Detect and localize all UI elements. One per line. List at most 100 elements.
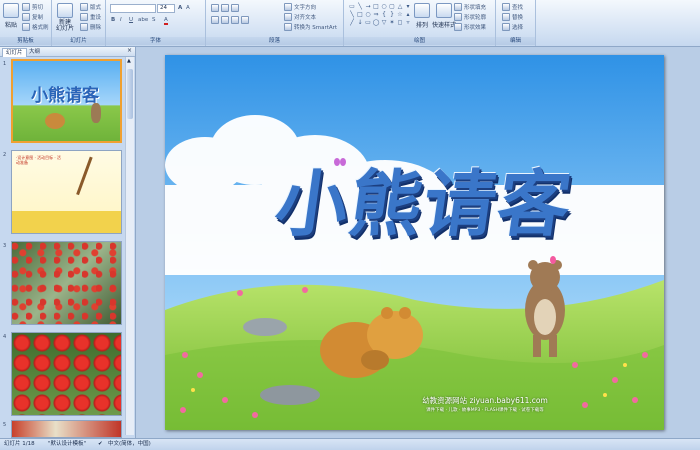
thumbnail-number: 5 <box>3 422 7 428</box>
expand-gallery-icon: ▿ <box>406 19 410 26</box>
smartart-icon <box>284 23 292 31</box>
theme-name: "默认设计模板" <box>48 441 87 447</box>
rounded-rect-shape-icon: ▢ <box>389 3 395 10</box>
text-direction-icon <box>284 3 292 11</box>
clipboard-group: 粘贴 剪切 复制 格式刷 剪贴板 <box>0 0 52 46</box>
arrange-icon <box>414 3 430 18</box>
reset-button[interactable]: 重设 <box>80 13 101 21</box>
status-bar: 幻灯片 1/18 "默认设计模板" ✔ 中文(简体，中国) <box>0 438 700 450</box>
font-size-field[interactable]: 24 <box>157 4 175 13</box>
strikethrough-button[interactable]: abe <box>138 17 148 23</box>
bullets-button[interactable] <box>211 4 239 12</box>
line-shape-icon: ╱ <box>350 19 354 26</box>
italic-button[interactable]: I <box>120 17 122 23</box>
close-pane-icon[interactable]: × <box>127 47 132 54</box>
slide-thumbnail-4[interactable] <box>11 332 122 416</box>
arrange-button[interactable]: 排列 <box>414 3 430 29</box>
slide-footer-main: 幼教资源网站 ziyuan.baby611.com <box>422 396 548 405</box>
align-buttons[interactable] <box>211 16 249 24</box>
rect-shape-icon: □ <box>357 11 363 18</box>
scroll-shapes-icon: ▴ <box>406 11 410 18</box>
justify-icon <box>241 16 249 24</box>
scrollbar-thumb[interactable] <box>127 69 133 119</box>
tree-image <box>76 156 121 206</box>
bold-button[interactable]: B <box>111 17 115 23</box>
copy-button[interactable]: 复制 <box>22 13 43 21</box>
slide-thumbnail-2[interactable]: ·设计意图 · 活动目标 · 活动准备 <box>11 150 122 234</box>
slide-editing-area: 小熊请客 幼教资源网站 ziyuan.baby611.com 课件下载 · 儿歌… <box>136 47 700 438</box>
shape-effects-button[interactable]: 形状效果 <box>454 23 486 31</box>
scroll-up-icon[interactable]: ▲ <box>127 58 131 64</box>
delete-slide-button[interactable]: 删除 <box>80 23 101 31</box>
editing-group: 查找 替换 选择 编辑 <box>496 0 536 46</box>
delete-icon <box>80 23 88 31</box>
scissors-icon <box>22 3 30 11</box>
align-left-icon <box>211 16 219 24</box>
drawing-group-label: 绘图 <box>344 37 495 45</box>
tab-outline[interactable]: 大纲 <box>26 48 43 56</box>
bear-image <box>45 113 65 129</box>
thumbnail-title: 小熊请客 <box>31 86 99 106</box>
cursor-icon <box>502 23 510 31</box>
shape-outline-button[interactable]: 形状轮廓 <box>454 13 486 21</box>
select-button[interactable]: 选择 <box>502 23 523 31</box>
arrow-shape-icon: ↓ <box>357 19 363 26</box>
textbox-shape-icon: ▭ <box>349 3 355 10</box>
line-shape-icon: ╲ <box>358 3 362 10</box>
slide-thumbnail-pane: 幻灯片 大纲 × 1 小熊请客 2 ·设计意图 · 活动目标 · 活动准备 3 … <box>0 47 136 438</box>
thumbnail-text: ·设计意图 · 活动目标 · 活动准备 <box>16 155 61 165</box>
shape-fill-button[interactable]: 形状填充 <box>454 3 486 11</box>
grow-font-button[interactable]: A <box>178 5 182 11</box>
paste-icon <box>3 3 19 18</box>
layout-icon <box>80 3 88 11</box>
format-painter-button[interactable]: 格式刷 <box>22 23 49 31</box>
oval-shape-icon: ○ <box>365 11 371 18</box>
replace-button[interactable]: 替换 <box>502 13 523 21</box>
bear-image <box>91 103 101 123</box>
pane-tabs: 幻灯片 大纲 × <box>0 47 135 57</box>
align-center-icon <box>221 16 229 24</box>
binoculars-icon <box>502 3 510 11</box>
slide-thumbnail-5[interactable] <box>11 420 122 438</box>
shrink-font-button[interactable]: A <box>186 5 190 11</box>
text-direction-button[interactable]: 文字方向 <box>284 3 316 11</box>
find-button[interactable]: 查找 <box>502 3 523 11</box>
reset-icon <box>80 13 88 21</box>
tab-slides[interactable]: 幻灯片 <box>2 48 27 57</box>
cut-button[interactable]: 剪切 <box>22 3 43 11</box>
smartart-button[interactable]: 转换为 SmartArt <box>284 23 337 31</box>
quick-styles-button[interactable]: 快速样式 <box>432 3 456 29</box>
brush-icon <box>22 23 30 31</box>
paste-button[interactable]: 粘贴 <box>3 3 19 29</box>
thumbnail-scrollbar[interactable]: ▲ <box>125 57 134 435</box>
align-right-icon <box>231 16 239 24</box>
font-name-field[interactable] <box>110 4 156 13</box>
drawing-group: ▭ ╲ → □ ○ ▢ △ ▾ ╲ □ ○ ⇒{} ☆ ▴ ╱ ↓ ▭ ◯ ▽ ✶ ◻ ▿ 排列 快速样式 形状填充 … <box>344 0 496 46</box>
current-slide[interactable]: 小熊请客 幼教资源网站 ziyuan.baby611.com 课件下载 · 儿歌… <box>165 55 664 430</box>
align-text-button[interactable]: 对齐文本 <box>284 13 316 21</box>
line-shape-icon: ╲ <box>350 11 354 18</box>
editing-group-label: 编辑 <box>496 37 535 45</box>
underline-button[interactable]: U <box>129 17 133 23</box>
shapes-gallery[interactable]: ▭ ╲ → □ ○ ▢ △ ▾ ╲ □ ○ ⇒{} ☆ ▴ ╱ ↓ ▭ ◯ ▽ ✶ ◻ ▿ <box>348 3 412 28</box>
replace-icon <box>502 13 510 21</box>
language-indicator: 中文(简体，中国) <box>108 441 151 447</box>
font-color-button[interactable]: A <box>164 17 168 25</box>
pen-icon <box>454 13 462 21</box>
clipboard-group-label: 剪贴板 <box>0 37 51 45</box>
arrow-shape-icon: ⇒ <box>373 11 379 18</box>
slide-footer-sub: 课件下载 · 儿歌 · 故事MP3 · FLASH课件下载 · 试卷下载等 <box>426 408 544 413</box>
new-slide-button[interactable]: 新建 幻灯片 <box>56 3 74 32</box>
paragraph-group-label: 段落 <box>206 37 343 45</box>
proofing-icon[interactable]: ✔ <box>98 439 103 450</box>
new-slide-icon <box>57 3 73 18</box>
slide-thumbnail-1[interactable]: 小熊请客 <box>11 59 122 143</box>
shadow-button[interactable]: S <box>152 17 156 23</box>
slide-title[interactable]: 小熊请客 <box>248 145 603 250</box>
star-shape-icon: ✶ <box>389 19 395 26</box>
slide-thumbnail-3[interactable] <box>11 241 122 325</box>
brace-shape-icon: { <box>382 11 386 18</box>
quick-styles-icon <box>436 3 452 18</box>
layout-button[interactable]: 版式 <box>80 3 101 11</box>
ribbon: 粘贴 剪切 复制 格式刷 剪贴板 新建 幻灯片 版式 重设 删除 幻灯片 24 … <box>0 0 700 47</box>
